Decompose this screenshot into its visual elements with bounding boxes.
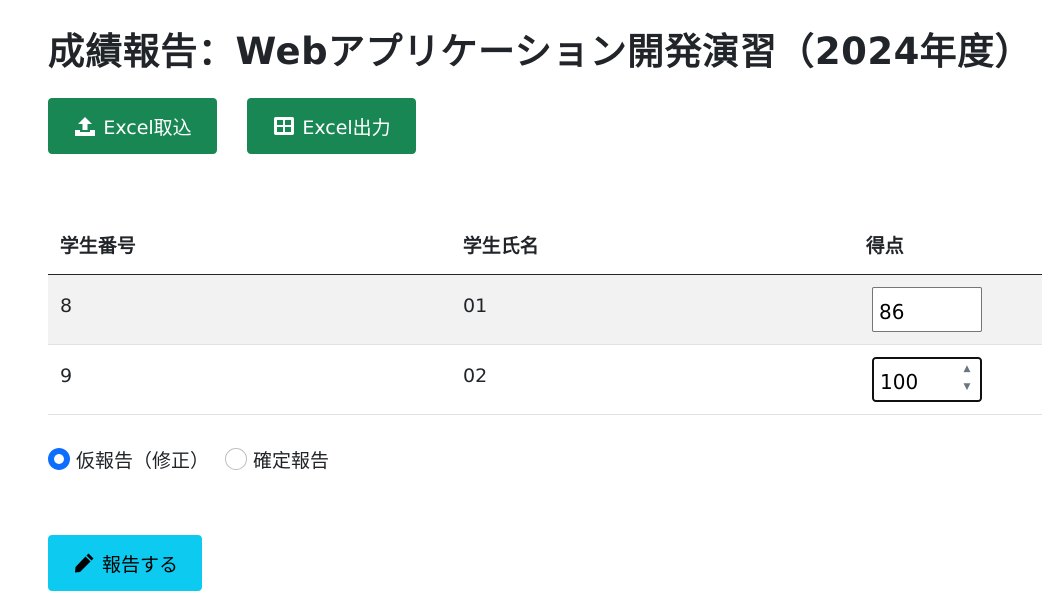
table-row: 8 01 — [48, 274, 1042, 345]
student-id: 9 — [60, 365, 73, 387]
excel-import-button[interactable]: Excel取込 — [48, 98, 217, 154]
radio-final-label[interactable]: 確定報告 — [253, 446, 329, 473]
excel-export-button[interactable]: Excel出力 — [247, 98, 416, 154]
spin-down-icon[interactable]: ▼ — [964, 381, 971, 393]
report-type-radio-group: 仮報告（修正） 確定報告 — [48, 444, 345, 474]
excel-import-label: Excel取込 — [103, 116, 192, 139]
submit-report-label: 報告する — [101, 553, 178, 576]
score-cell — [854, 274, 1042, 345]
submit-report-button[interactable]: 報告する — [48, 535, 202, 591]
excel-export-label: Excel出力 — [302, 116, 391, 139]
pencil-icon — [72, 551, 96, 575]
table-grid-icon — [272, 114, 296, 138]
table-header-row: 学生番号 学生氏名 得点 — [48, 216, 1042, 275]
page-title: 成績報告：Webアプリケーション開発演習（2024年度） — [48, 30, 1033, 73]
spin-up-icon[interactable]: ▲ — [964, 363, 971, 375]
table-row: 9 02 ▲ ▼ — [48, 344, 1042, 415]
student-id-cell: 8 — [48, 274, 451, 345]
score-input-wrap — [866, 286, 982, 332]
header-student-id: 学生番号 — [48, 216, 451, 275]
upload-icon — [73, 114, 97, 138]
student-name: 02 — [463, 365, 488, 387]
grade-report-page: 成績報告：Webアプリケーション開発演習（2024年度） Excel取込 Exc… — [0, 0, 1042, 615]
grades-table: 学生番号 学生氏名 得点 8 01 9 02 — [48, 216, 1042, 415]
radio-provisional[interactable] — [48, 448, 70, 470]
score-input[interactable] — [872, 286, 982, 332]
header-score: 得点 — [854, 216, 1042, 275]
score-cell: ▲ ▼ — [854, 344, 1042, 415]
student-name-cell: 02 — [451, 344, 854, 415]
radio-final[interactable] — [225, 448, 248, 470]
number-spinner[interactable]: ▲ ▼ — [960, 363, 974, 393]
header-student-name: 学生氏名 — [451, 216, 854, 275]
student-name: 01 — [463, 295, 488, 317]
student-id: 8 — [60, 295, 73, 317]
student-id-cell: 9 — [48, 344, 451, 415]
radio-provisional-label[interactable]: 仮報告（修正） — [76, 446, 209, 473]
student-name-cell: 01 — [451, 274, 854, 345]
score-input-wrap: ▲ ▼ — [866, 356, 982, 402]
